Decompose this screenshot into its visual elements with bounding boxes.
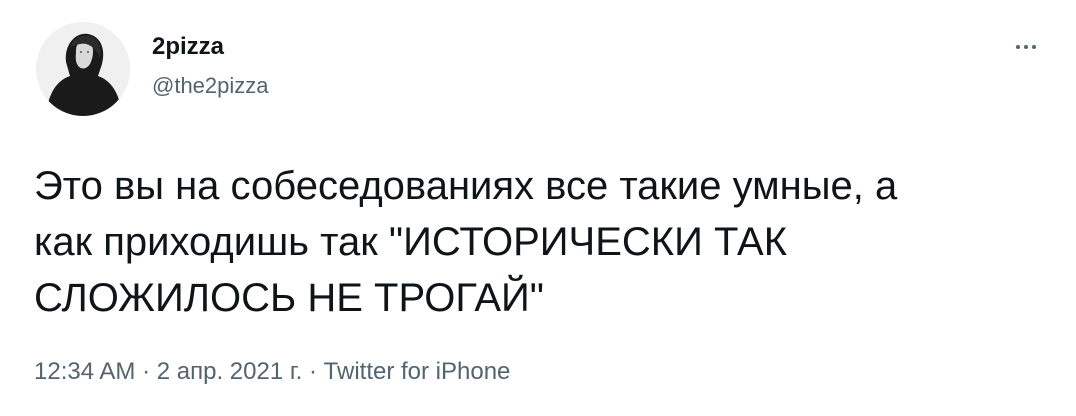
- tweet-date[interactable]: 2 апр. 2021 г.: [157, 358, 303, 385]
- tweet-text: Это вы на собеседованиях все такие умные…: [34, 158, 1034, 326]
- tweet-source[interactable]: Twitter for iPhone: [324, 358, 511, 385]
- author-display-name[interactable]: 2pizza: [152, 32, 224, 62]
- tweet-text-line: Это вы на собеседованиях все такие умные…: [34, 164, 898, 208]
- more-options-button[interactable]: [1006, 32, 1046, 62]
- tweet-meta: 12:34 AM · 2 апр. 2021 г. · Twitter for …: [34, 356, 510, 388]
- meta-separator: ·: [135, 358, 157, 385]
- more-horizontal-icon: [1024, 45, 1028, 49]
- more-horizontal-icon: [1032, 45, 1036, 49]
- meta-separator: ·: [302, 358, 324, 385]
- tweet-card: 2pizza @the2pizza Это вы на собеседовани…: [0, 0, 1076, 416]
- avatar[interactable]: [36, 22, 130, 116]
- tweet-text-line: как приходишь так "ИСТОРИЧЕСКИ ТАК: [34, 220, 788, 264]
- author-handle[interactable]: @the2pizza: [152, 72, 269, 100]
- more-horizontal-icon: [1016, 45, 1020, 49]
- tweet-time[interactable]: 12:34 AM: [34, 358, 135, 385]
- user-avatar-icon: [36, 22, 130, 116]
- tweet-text-line: СЛОЖИЛОСЬ НЕ ТРОГАЙ": [34, 276, 544, 320]
